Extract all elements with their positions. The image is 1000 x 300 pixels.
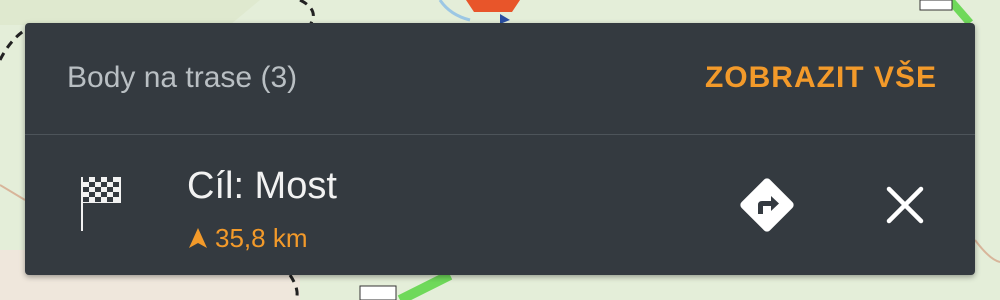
panel-title: Body na trase (3) [67,61,298,94]
waypoints-panel: Body na trase (3) ZOBRAZIT VŠE Cíl: Most… [25,23,975,275]
waypoint-name: Cíl: Most [187,165,337,207]
close-icon[interactable] [883,183,927,227]
show-all-button[interactable]: ZOBRAZIT VŠE [705,61,937,95]
arrow-up-icon [189,228,207,248]
checkered-flag-icon [81,177,121,231]
distance-value: 35,8 km [215,223,308,253]
waypoint-distance: 35,8 km [187,223,308,254]
panel-header: Body na trase (3) ZOBRAZIT VŠE [25,23,975,133]
waypoint-row[interactable]: Cíl: Most 35,8 km [25,135,975,275]
turn-right-diamond-icon[interactable] [737,175,797,235]
